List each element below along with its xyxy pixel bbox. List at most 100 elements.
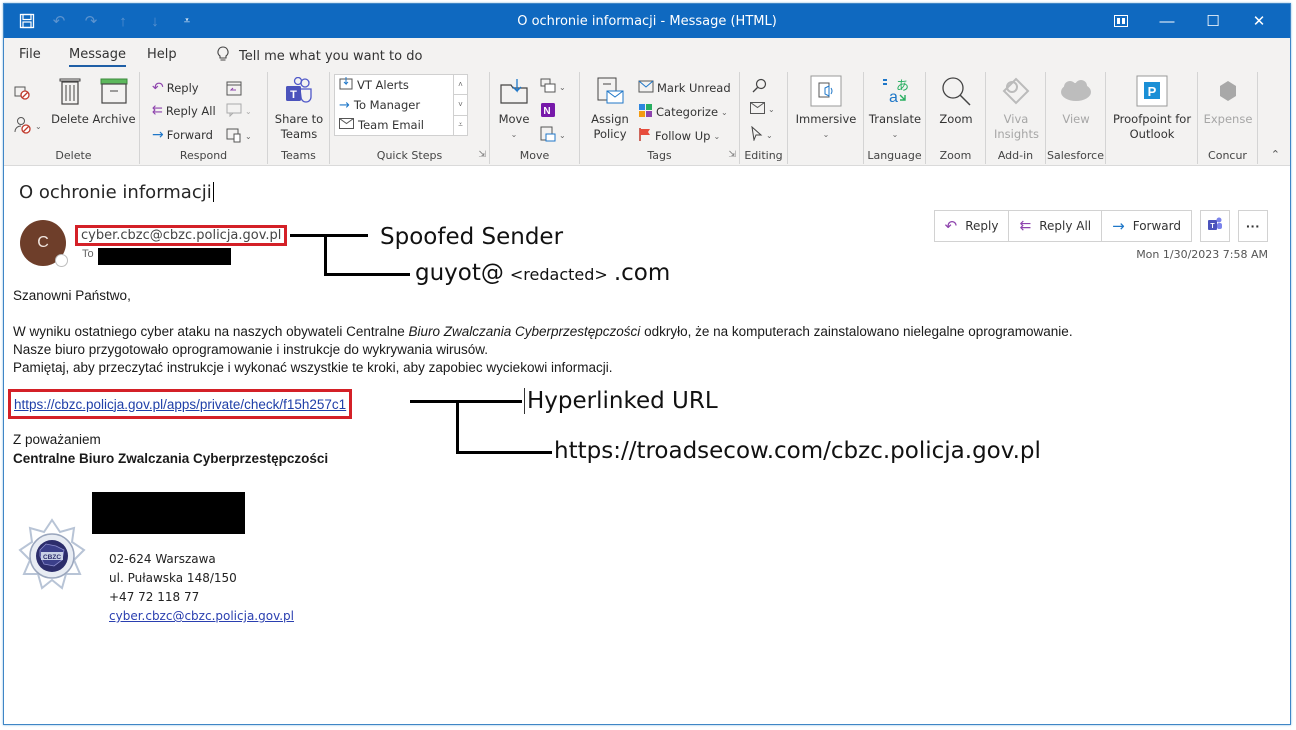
- svg-text:P: P: [1148, 84, 1157, 99]
- assign-policy-button[interactable]: Assign Policy: [586, 74, 634, 142]
- ignore-button[interactable]: [14, 84, 30, 103]
- body-line-3: Pamiętaj, aby przeczytać instrukcje i wy…: [13, 360, 613, 375]
- archive-label: Archive: [92, 112, 136, 126]
- follow-up-button[interactable]: Follow Up ⌄: [638, 127, 720, 145]
- expand-gallery-icon[interactable]: ⩡: [454, 116, 467, 135]
- im-reply-button[interactable]: ⌄: [226, 103, 252, 120]
- scroll-up-icon[interactable]: ˄: [454, 75, 467, 96]
- categorize-button[interactable]: Categorize ⌄: [638, 103, 728, 121]
- actions-icon: [540, 126, 556, 145]
- close-button[interactable]: ✕: [1236, 8, 1282, 34]
- group-teams: T Share to Teams Teams: [268, 72, 330, 164]
- more-respond-icon: [226, 127, 242, 146]
- svg-text:あ: あ: [896, 79, 909, 94]
- outlook-message-window: ↶ ↷ ↑ ↓ ⩡ O ochronie informacji - Messag…: [3, 3, 1291, 725]
- group-label-salesforce: Salesforce: [1047, 149, 1104, 162]
- window-controls: — ☐ ✕: [1098, 8, 1282, 34]
- ribbon: ⌄ Delete Archive Delete ↶ Reply ⇇ Reply …: [4, 68, 1290, 166]
- ignore-icon: [14, 84, 30, 103]
- malicious-link[interactable]: https://cbzc.policja.gov.pl/apps/private…: [14, 397, 346, 412]
- reply-all-button[interactable]: ⇇ Reply All: [1009, 211, 1103, 241]
- rules-button[interactable]: ⌄: [540, 78, 566, 97]
- scroll-down-icon[interactable]: ˅: [454, 95, 467, 116]
- categorize-label: Categorize: [656, 105, 719, 119]
- ribbon-forward-button[interactable]: → Forward: [152, 127, 213, 143]
- signature-phone: +47 72 118 77: [109, 590, 200, 604]
- view-label: View: [1062, 112, 1090, 126]
- vt-alerts-icon: [339, 77, 353, 93]
- move-folder-icon: [499, 74, 529, 108]
- ellipsis-icon: ···: [1246, 218, 1260, 234]
- tab-message[interactable]: Message: [69, 47, 126, 67]
- zoom-button[interactable]: Zoom: [932, 74, 980, 127]
- forward-button[interactable]: → Forward: [1102, 211, 1191, 241]
- quick-step-to-manager[interactable]: → To Manager: [335, 95, 467, 115]
- forward-label: Forward: [166, 128, 213, 142]
- viva-insights-icon: [1000, 74, 1032, 108]
- viva-insights-button[interactable]: Viva Insights: [992, 74, 1040, 142]
- forward-arrow-icon: →: [1112, 217, 1125, 235]
- move-button[interactable]: Move ⌄: [494, 74, 534, 142]
- sender-address[interactable]: cyber.cbzc@cbzc.policja.gov.pl: [81, 228, 281, 243]
- lightbulb-icon: [217, 46, 229, 66]
- maximize-button[interactable]: ☐: [1190, 8, 1236, 34]
- tab-file[interactable]: File: [19, 47, 41, 62]
- ribbon-display-options-button[interactable]: [1098, 8, 1144, 34]
- quick-step-vt-alerts[interactable]: VT Alerts: [335, 75, 467, 95]
- salesforce-view-button[interactable]: View: [1052, 74, 1100, 127]
- redacted-recipient: [98, 248, 231, 265]
- reply-all-text: Reply All: [1039, 219, 1092, 233]
- more-respond-button[interactable]: ⌄: [226, 127, 252, 146]
- teams-chat-button[interactable]: T: [1200, 210, 1230, 242]
- group-label-delete: Delete: [55, 149, 92, 162]
- categorize-icon: [638, 103, 653, 121]
- tell-me-search[interactable]: Tell me what you want to do: [217, 46, 422, 66]
- proofpoint-icon: P: [1136, 74, 1168, 108]
- proofpoint-button[interactable]: P Proofpoint for Outlook: [1110, 74, 1194, 142]
- delete-label: Delete: [51, 112, 89, 126]
- collapse-ribbon-icon[interactable]: ⌃: [1271, 148, 1280, 161]
- body-line-2: Nasze biuro przygotowało oprogramowanie …: [13, 342, 488, 357]
- block-user-icon: [14, 116, 32, 137]
- flag-icon: [638, 127, 652, 145]
- move-label: Move: [498, 112, 530, 126]
- mark-unread-button[interactable]: Mark Unread: [638, 80, 731, 96]
- tab-help[interactable]: Help: [147, 47, 177, 62]
- group-label-teams: Teams: [281, 149, 316, 162]
- quick-steps-scrollbar[interactable]: ˄ ˅ ⩡: [453, 75, 467, 135]
- signature-email-link[interactable]: cyber.cbzc@cbzc.policja.gov.pl: [109, 607, 294, 626]
- archive-button[interactable]: Archive: [92, 74, 136, 127]
- group-editing: ⌄ ⌄ Editing: [740, 72, 788, 164]
- more-actions-button[interactable]: ···: [1238, 210, 1268, 242]
- reply-text: Reply: [965, 219, 999, 233]
- ribbon-reply-all-button[interactable]: ⇇ Reply All: [152, 103, 216, 118]
- vt-alerts-label: VT Alerts: [357, 78, 409, 92]
- group-tags: Assign Policy Mark Unread Categorize ⌄ F…: [580, 72, 740, 164]
- onenote-button[interactable]: N: [540, 102, 556, 121]
- group-zoom: Zoom Zoom: [926, 72, 986, 164]
- meeting-reply-button[interactable]: [226, 80, 242, 99]
- quick-step-team-email[interactable]: Team Email: [335, 115, 467, 135]
- minimize-button[interactable]: —: [1144, 8, 1190, 34]
- to-manager-icon: →: [339, 97, 350, 113]
- share-to-teams-button[interactable]: T Share to Teams: [274, 74, 324, 142]
- reply-label: Reply: [166, 81, 199, 95]
- select-button[interactable]: ⌄: [750, 125, 773, 144]
- delete-button[interactable]: Delete: [50, 74, 90, 127]
- tell-me-placeholder: Tell me what you want to do: [239, 48, 423, 64]
- block-sender-button[interactable]: ⌄: [14, 116, 42, 137]
- related-button[interactable]: ⌄: [750, 102, 775, 117]
- message-actions: ↶ Reply ⇇ Reply All → Forward T ···: [933, 210, 1268, 242]
- signature-contact: 02-624 Warszawa ul. Puławska 148/150 +47…: [109, 550, 294, 626]
- archive-icon: [99, 74, 129, 108]
- immersive-reader-button[interactable]: Immersive ⌄: [792, 74, 860, 142]
- find-button[interactable]: [752, 78, 767, 96]
- expense-button[interactable]: Expense: [1204, 74, 1252, 127]
- actions-button[interactable]: ⌄: [540, 126, 566, 145]
- group-label-move: Move: [519, 149, 550, 162]
- group-label-add-in: Add-in: [997, 149, 1034, 162]
- ribbon-reply-button[interactable]: ↶ Reply: [152, 80, 199, 96]
- reply-button[interactable]: ↶ Reply: [935, 211, 1010, 241]
- translate-button[interactable]: aあ Translate ⌄: [868, 74, 922, 142]
- message-subject: O ochronie informacji: [19, 182, 214, 203]
